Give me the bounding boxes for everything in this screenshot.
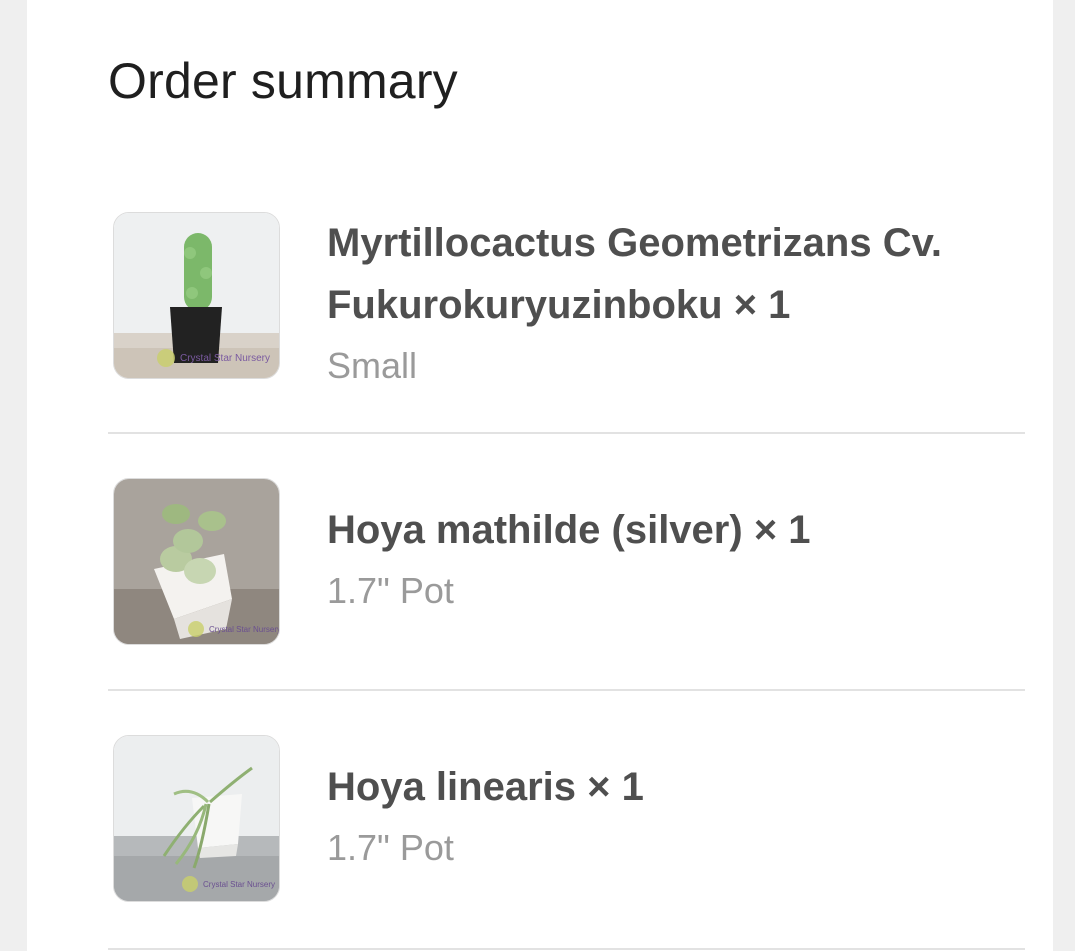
line-item: Crystal Star Nursery Hoya linearis × 1 1… — [108, 735, 1025, 951]
page-title: Order summary — [108, 53, 458, 109]
product-quantity: × 1 — [753, 508, 811, 552]
product-variant: 1.7" Pot — [327, 827, 454, 868]
product-image: Crystal Star Nursery — [113, 735, 280, 902]
product-name: Hoya mathilde (silver) × 1 — [327, 508, 811, 552]
line-item: Crystal Star Nursery Hoya mathilde (silv… — [108, 478, 1025, 691]
product-image: Crystal Star Nursery — [113, 478, 280, 645]
svg-text:Crystal Star Nursery: Crystal Star Nursery — [180, 353, 270, 364]
divider — [108, 689, 1025, 691]
hoya-linearis-image: Crystal Star Nursery — [114, 736, 279, 901]
product-quantity: × 1 — [587, 765, 644, 809]
divider — [108, 432, 1025, 434]
hoya-mathilde-image: Crystal Star Nursery — [114, 479, 279, 644]
order-summary-card: Order summary Crystal Star Nursery Myrti… — [27, 0, 1053, 951]
product-name: Myrtillocactus Geometrizans Cv. Fukuroku… — [327, 221, 942, 327]
product-variant: 1.7" Pot — [327, 570, 454, 611]
product-variant: Small — [327, 345, 418, 386]
divider — [108, 948, 1025, 950]
cactus-image: Crystal Star Nursery — [114, 213, 279, 378]
line-item: Crystal Star Nursery Myrtillocactus Geom… — [108, 212, 1025, 434]
product-name: Hoya linearis × 1 — [327, 765, 644, 809]
product-quantity: × 1 — [733, 283, 791, 327]
product-image: Crystal Star Nursery — [113, 212, 280, 379]
svg-text:Crystal Star Nursery: Crystal Star Nursery — [209, 625, 279, 634]
svg-text:Crystal Star Nursery: Crystal Star Nursery — [203, 880, 275, 889]
